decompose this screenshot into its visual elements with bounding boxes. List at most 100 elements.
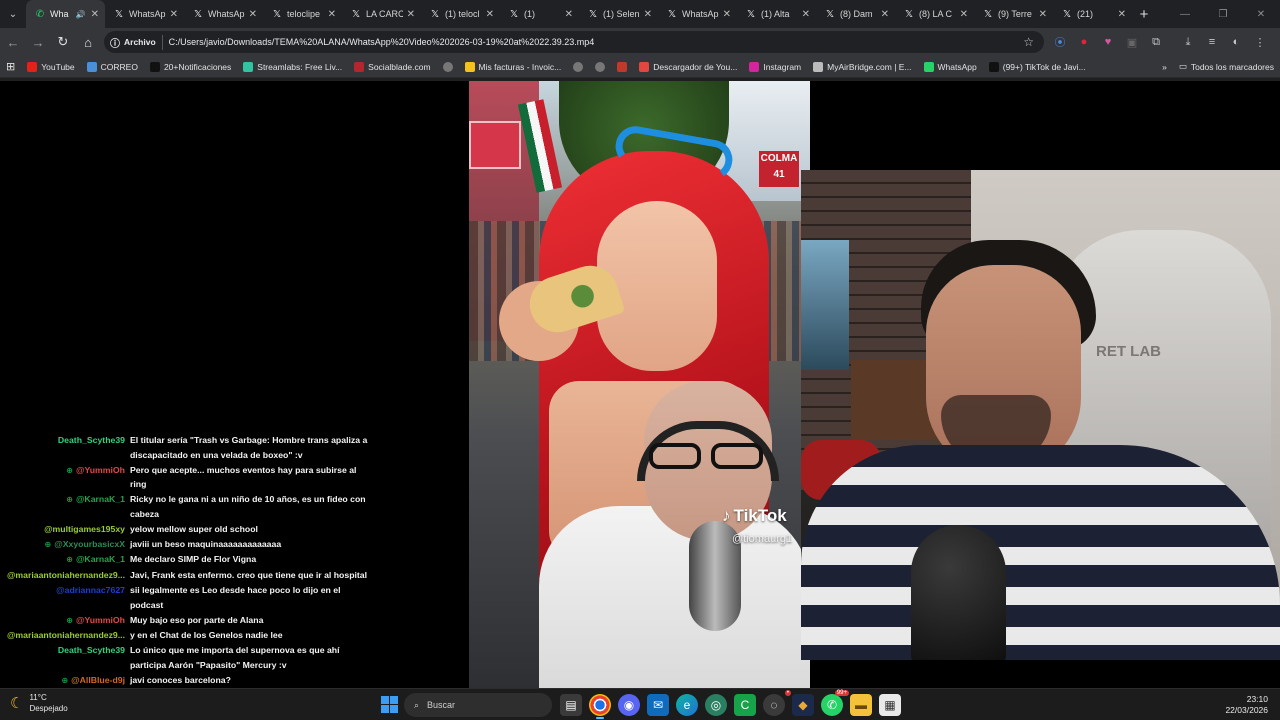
profile-avatar-icon[interactable]: ◐ (1224, 36, 1248, 48)
tab-search-icon[interactable]: ⌄ (0, 0, 26, 28)
chat-username-text: @YummiOh (75, 464, 125, 475)
notepad-icon[interactable]: ▦ (879, 694, 901, 716)
bookmark-item[interactable]: (99+) TikTok de Javi... (983, 56, 1092, 78)
browser-tab[interactable]: 𝕏 (8) LA C ✕ (895, 0, 974, 28)
reload-icon[interactable]: ↻ (51, 30, 75, 54)
system-clock[interactable]: 23:10 22/03/2026 (1225, 694, 1268, 716)
bookmark-item[interactable]: Instagram (743, 56, 807, 78)
browser-tab[interactable]: 𝕏 LA CARC ✕ (342, 0, 421, 28)
taskbar-search[interactable]: ⌕ Buscar (404, 693, 552, 717)
edge-icon[interactable]: e (676, 694, 698, 716)
whatsapp-icon (923, 61, 934, 72)
video-player-area[interactable]: Death_Scythe39 El titular sería "Trash vs… (0, 81, 1280, 688)
file-chip-label: Archivo (124, 37, 156, 47)
browser-tab[interactable]: 𝕏teloclipe ✕ (263, 0, 342, 28)
bookmark-label: Streamlabs: Free Liv... (257, 61, 343, 72)
chat-username-text: @mariaantoniahernandez9... (6, 630, 125, 641)
green-app-icon[interactable]: C (734, 694, 756, 716)
close-tab-icon[interactable]: ✕ (881, 9, 889, 20)
bookmark-star-icon[interactable]: ☆ (1023, 35, 1034, 49)
browser-tab[interactable]: 𝕏 (1) Alta ✕ (737, 0, 816, 28)
browser-tab[interactable]: 𝕏 WhatsAp ✕ (105, 0, 184, 28)
bookmark-item[interactable] (611, 56, 633, 78)
windows-start-icon[interactable] (381, 696, 398, 713)
bookmark-label: 20+Notificaciones (163, 61, 232, 72)
file-chip[interactable]: ⓘ Archivo (110, 34, 163, 50)
bookmark-item[interactable]: Socialblade.com (348, 56, 436, 78)
extension-heart-icon[interactable]: ♥ (1096, 36, 1120, 48)
apps-grid-icon[interactable]: ⊞ (0, 56, 21, 78)
close-tab-icon[interactable]: ✕ (249, 9, 257, 20)
extension-red-icon[interactable]: ● (1072, 36, 1096, 48)
minimize-icon[interactable]: — (1166, 0, 1204, 28)
warframe-icon[interactable]: ◆ (792, 694, 814, 716)
all-bookmarks-folder[interactable]: ▭ Todos los marcadores (1173, 56, 1280, 78)
bookmark-item[interactable]: 20+Notificaciones (144, 56, 237, 78)
bookmark-item[interactable]: WhatsApp (918, 56, 983, 78)
bookmark-item[interactable]: Streamlabs: Free Liv... (237, 56, 348, 78)
extension-grey-icon[interactable]: ▣ (1120, 36, 1144, 49)
browser-tab[interactable]: ✆ Wha 🔊 ✕ (26, 0, 105, 28)
extensions-puzzle-icon[interactable]: ⧉ (1144, 36, 1168, 49)
temperature: 11°C (29, 693, 47, 702)
forward-icon[interactable]: → (26, 30, 50, 54)
chrome-icon[interactable] (589, 694, 611, 719)
close-tab-icon[interactable]: ✕ (960, 9, 968, 20)
home-icon[interactable]: ⌂ (76, 30, 100, 54)
bookmark-item[interactable]: Mis facturas - Invoic... (459, 56, 568, 78)
close-tab-icon[interactable]: ✕ (407, 9, 415, 20)
network-icon[interactable]: ◎ (705, 694, 727, 716)
bookmark-item[interactable]: YouTube (21, 56, 80, 78)
bookmark-item[interactable]: Descargador de You... (633, 56, 743, 78)
file-explorer-icon[interactable]: ▬ (850, 694, 872, 716)
close-tab-icon[interactable]: ✕ (1039, 9, 1047, 20)
bookmark-item[interactable] (437, 56, 459, 78)
close-tab-icon[interactable]: ✕ (644, 9, 652, 20)
live-chat-overlay: Death_Scythe39 El titular sería "Trash vs… (0, 433, 380, 688)
whatsapp-taskbar-icon[interactable]: ✆ 99+ (821, 690, 849, 716)
new-tab-button[interactable]: + (1132, 0, 1156, 28)
more-bookmarks-icon[interactable]: » (1156, 56, 1173, 78)
close-tab-icon[interactable]: ✕ (802, 9, 810, 20)
tiktok-watermark: ♪ TikTok (722, 506, 787, 526)
audio-playing-icon[interactable]: 🔊 (75, 8, 87, 20)
bookmark-item[interactable]: MyAirBridge.com | E... (807, 56, 917, 78)
browser-tab[interactable]: 𝕏 WhatsAp ✕ (184, 0, 263, 28)
x-icon: 𝕏 (746, 8, 756, 20)
browser-tab[interactable]: 𝕏 (1) ✕ (500, 0, 579, 28)
reading-list-icon[interactable]: ≡ (1200, 36, 1224, 48)
bookmark-item[interactable] (567, 56, 589, 78)
rainmeter-icon[interactable]: ◌ • (763, 690, 791, 716)
browser-tab[interactable]: 𝕏 (9) Terre ✕ (974, 0, 1053, 28)
download-icon[interactable]: ⤓ (1176, 36, 1200, 49)
browser-tab[interactable]: 𝕏 (1) telocl ✕ (421, 0, 500, 28)
close-tab-icon[interactable]: ✕ (1118, 9, 1126, 20)
video-street-sign: COLMA 41 (759, 151, 799, 187)
browser-menu-icon[interactable]: ⋮ (1248, 36, 1272, 49)
close-tab-icon[interactable]: ✕ (565, 9, 573, 20)
browser-tab[interactable]: 𝕏 (21) ✕ (1053, 0, 1132, 28)
browser-window: ⌄ ✆ Wha 🔊 ✕ 𝕏 WhatsAp ✕ 𝕏 WhatsAp ✕ 𝕏teloclipe ✕ 𝕏 LA… (0, 0, 1280, 81)
close-window-icon[interactable]: ✕ (1242, 0, 1280, 28)
browser-tab[interactable]: 𝕏 WhatsAp ✕ (658, 0, 737, 28)
browser-tab[interactable]: 𝕏 (1) Selen ✕ (579, 0, 658, 28)
outlook-icon[interactable]: ✉ (647, 694, 669, 716)
close-tab-icon[interactable]: ✕ (170, 9, 178, 20)
chat-message: @mariaantoniahernandez9... y en el Chat d… (0, 628, 380, 643)
back-icon[interactable]: ← (1, 30, 25, 54)
url-text[interactable]: C:/Users/javio/Downloads/TEMA%20ALANA/Wh… (169, 37, 595, 47)
weather-widget[interactable]: ☾ 11°C Despejado (10, 692, 68, 714)
task-view-icon[interactable]: ▤ (560, 694, 582, 716)
extension-translate-icon[interactable]: ⦿ (1048, 34, 1072, 50)
bookmark-item[interactable] (589, 56, 611, 78)
close-tab-icon[interactable]: ✕ (91, 9, 99, 20)
address-bar[interactable]: ⓘ Archivo C:/Users/javio/Downloads/TEMA%… (104, 31, 1044, 53)
discord-icon[interactable]: ◉ (618, 694, 640, 716)
bookmark-item[interactable]: CORREO (81, 56, 144, 78)
close-tab-icon[interactable]: ✕ (723, 9, 731, 20)
browser-tab[interactable]: 𝕏 (8) Dam ✕ (816, 0, 895, 28)
close-tab-icon[interactable]: ✕ (486, 9, 494, 20)
maximize-icon[interactable]: ❐ (1204, 0, 1242, 28)
close-tab-icon[interactable]: ✕ (328, 9, 336, 20)
chat-text: Javi, Frank esta enfermo. creo que tiene… (130, 570, 368, 581)
